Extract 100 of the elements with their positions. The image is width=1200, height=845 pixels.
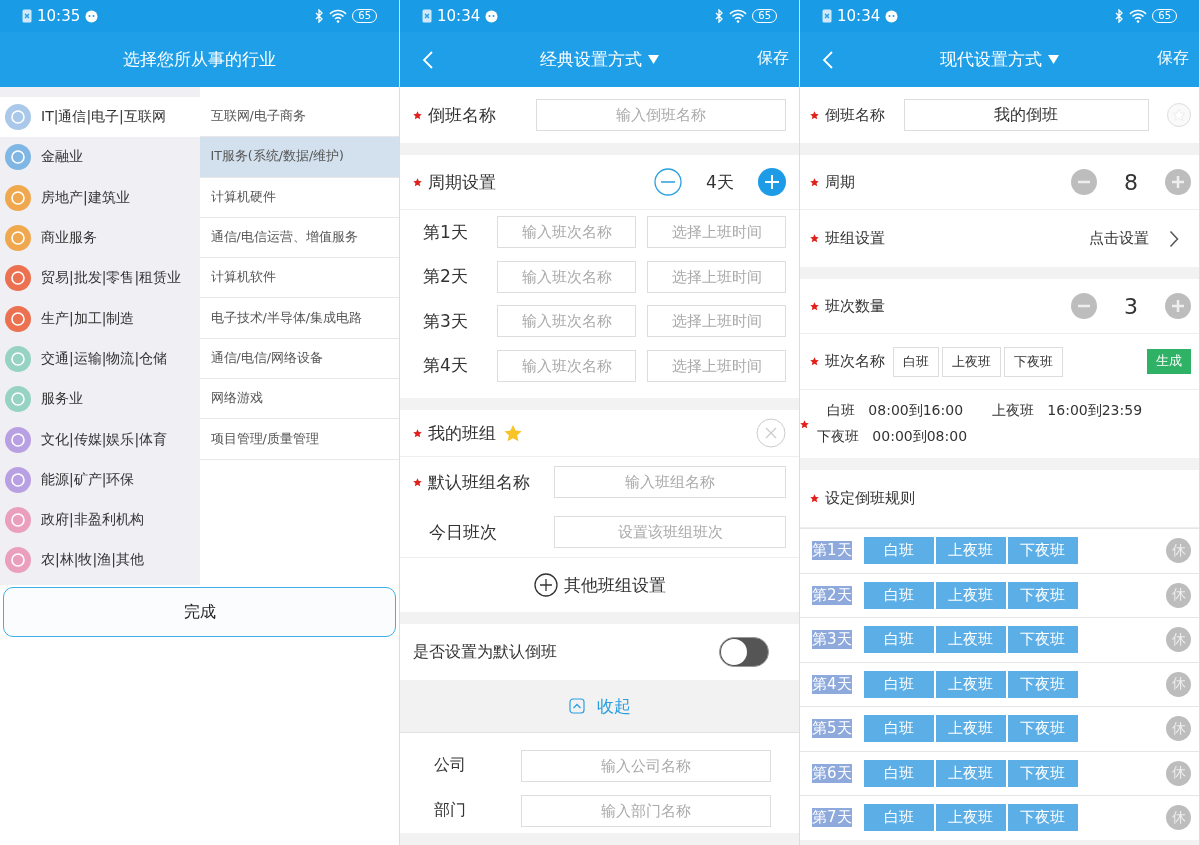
field-label: 周期设置 bbox=[428, 170, 496, 194]
done-button[interactable]: 完成 bbox=[3, 587, 396, 637]
industry-item[interactable]: 文化|传媒|娱乐|体育 bbox=[0, 419, 200, 460]
input-field[interactable]: 设置该班组班次 bbox=[554, 516, 786, 548]
day-label: 第7天 bbox=[812, 808, 852, 828]
industry-item[interactable]: 金融业 bbox=[0, 137, 200, 178]
shift-option[interactable]: 上夜班 bbox=[935, 759, 1006, 787]
minus-icon[interactable] bbox=[654, 168, 682, 196]
required-star-icon bbox=[413, 110, 422, 120]
shift-option[interactable]: 白班 bbox=[863, 804, 934, 832]
shift-option[interactable]: 上夜班 bbox=[935, 581, 1006, 609]
plus-icon[interactable] bbox=[758, 168, 786, 196]
required-star-icon bbox=[810, 357, 819, 366]
shift-option[interactable]: 上夜班 bbox=[935, 626, 1006, 654]
industry-item[interactable]: 农|林|牧|渔|其他 bbox=[0, 540, 200, 581]
plus-icon[interactable] bbox=[1165, 169, 1191, 195]
time-picker-field[interactable]: 选择上班时间 bbox=[647, 260, 786, 293]
industry-item[interactable]: 房地产|建筑业 bbox=[0, 177, 200, 218]
field-label: 周期 bbox=[825, 172, 855, 192]
shift-option[interactable]: 上夜班 bbox=[935, 804, 1006, 832]
field-label: 今日班次 bbox=[429, 520, 497, 544]
shift-option[interactable]: 上夜班 bbox=[935, 670, 1006, 698]
input-field[interactable]: 我的倒班 bbox=[903, 99, 1149, 131]
shift-option[interactable]: 白班 bbox=[863, 626, 934, 654]
subcategory-item[interactable]: IT服务(系统/数据/维护) bbox=[199, 137, 399, 178]
clock-time: 10:34 bbox=[837, 7, 881, 25]
plus-icon bbox=[533, 573, 558, 597]
plus-icon[interactable] bbox=[1165, 293, 1191, 319]
subcategory-item[interactable]: 计算机软件 bbox=[199, 258, 399, 299]
setting-link[interactable]: 点击设置 bbox=[1089, 229, 1149, 248]
shift-option[interactable]: 下夜班 bbox=[1007, 670, 1078, 698]
shift-name-tag[interactable]: 下夜班 bbox=[1004, 346, 1063, 377]
toggle-label: 是否设置为默认倒班 bbox=[413, 641, 557, 663]
shift-option[interactable]: 上夜班 bbox=[935, 715, 1006, 743]
day-label: 第1天 bbox=[812, 541, 852, 561]
field-label: 默认班组名称 bbox=[428, 470, 530, 494]
input-field[interactable]: 输入倒班名称 bbox=[536, 99, 786, 131]
shift-time-text: 白班 08:00到16:00 bbox=[826, 402, 965, 420]
mode-dropdown[interactable]: 现代设置方式 bbox=[940, 48, 1059, 71]
shift-option[interactable]: 白班 bbox=[863, 670, 934, 698]
shift-option[interactable]: 白班 bbox=[863, 759, 934, 787]
shift-name-field[interactable]: 输入班次名称 bbox=[497, 260, 636, 293]
field-label: 公司 bbox=[434, 755, 466, 776]
time-picker-field[interactable]: 选择上班时间 bbox=[647, 305, 786, 338]
shift-option[interactable]: 上夜班 bbox=[935, 537, 1006, 565]
input-field[interactable]: 输入部门名称 bbox=[521, 794, 771, 827]
caret-icon bbox=[648, 55, 659, 64]
shift-name-tag[interactable]: 上夜班 bbox=[942, 346, 1001, 377]
field-label: 班次名称 bbox=[825, 352, 885, 371]
minus-icon[interactable] bbox=[1071, 169, 1097, 195]
shift-name-field[interactable]: 输入班次名称 bbox=[497, 349, 636, 382]
shift-option[interactable]: 白班 bbox=[863, 715, 934, 743]
shift-name-tag[interactable]: 白班 bbox=[893, 346, 939, 377]
industry-item[interactable]: 交通|运输|物流|仓储 bbox=[0, 338, 200, 380]
industry-item[interactable]: 贸易|批发|零售|租赁业 bbox=[0, 258, 200, 299]
minus-icon[interactable] bbox=[1071, 293, 1097, 319]
industry-item[interactable]: IT|通信|电子|互联网 bbox=[0, 97, 200, 138]
industry-item[interactable]: 服务业 bbox=[0, 379, 200, 420]
industry-item[interactable]: 能源|矿产|环保 bbox=[0, 459, 200, 500]
save-link[interactable]: 保存 bbox=[757, 48, 789, 69]
shift-name-field[interactable]: 输入班次名称 bbox=[497, 305, 636, 338]
close-icon[interactable] bbox=[756, 418, 786, 448]
time-picker-field[interactable]: 选择上班时间 bbox=[647, 349, 786, 382]
toggle-switch[interactable] bbox=[719, 637, 769, 667]
generate-button[interactable]: 生成 bbox=[1147, 349, 1191, 374]
required-star-icon bbox=[413, 477, 422, 487]
mode-dropdown[interactable]: 经典设置方式 bbox=[540, 48, 659, 71]
subcategory-item[interactable]: 计算机硬件 bbox=[199, 177, 399, 218]
industry-item[interactable]: 生产|加工|制造 bbox=[0, 298, 200, 339]
shift-option[interactable]: 下夜班 bbox=[1007, 715, 1078, 743]
subcategory-item[interactable]: 网络游戏 bbox=[199, 379, 399, 420]
sim-icon bbox=[822, 9, 832, 23]
shift-option[interactable]: 下夜班 bbox=[1007, 759, 1078, 787]
shift-option[interactable]: 下夜班 bbox=[1007, 537, 1078, 565]
input-field[interactable]: 输入公司名称 bbox=[521, 749, 771, 782]
shift-name-field[interactable]: 输入班次名称 bbox=[497, 216, 636, 249]
industry-item[interactable]: 商业服务 bbox=[0, 217, 200, 259]
chevron-right-icon[interactable] bbox=[1169, 229, 1179, 248]
subcategory-item[interactable]: 项目管理/质量管理 bbox=[199, 419, 399, 460]
subcategory-item[interactable]: 电子技术/半导体/集成电路 bbox=[199, 298, 399, 339]
shift-option[interactable]: 下夜班 bbox=[1007, 626, 1078, 654]
industry-item[interactable]: 政府|非盈利机构 bbox=[0, 499, 200, 541]
input-field[interactable]: 输入班组名称 bbox=[554, 466, 786, 498]
day-label: 第2天 bbox=[422, 265, 468, 289]
star-outline-icon[interactable] bbox=[1167, 103, 1191, 127]
shift-option[interactable]: 白班 bbox=[863, 537, 934, 565]
subcategory-item[interactable]: 通信/电信运营、增值服务 bbox=[199, 217, 399, 259]
required-star-icon bbox=[810, 234, 819, 243]
other-groups-button[interactable]: 其他班组设置 bbox=[533, 573, 666, 597]
shift-option[interactable]: 下夜班 bbox=[1007, 581, 1078, 609]
back-icon[interactable] bbox=[822, 50, 834, 70]
back-icon[interactable] bbox=[422, 50, 434, 70]
time-picker-field[interactable]: 选择上班时间 bbox=[647, 216, 786, 249]
save-link[interactable]: 保存 bbox=[1157, 48, 1189, 69]
day-label: 第2天 bbox=[812, 585, 852, 605]
shift-option[interactable]: 下夜班 bbox=[1007, 804, 1078, 832]
subcategory-item[interactable]: 通信/电信/网络设备 bbox=[199, 338, 399, 380]
shift-option[interactable]: 白班 bbox=[863, 581, 934, 609]
collapse-button[interactable]: 收起 bbox=[562, 693, 637, 719]
bluetooth-icon bbox=[1115, 9, 1125, 23]
